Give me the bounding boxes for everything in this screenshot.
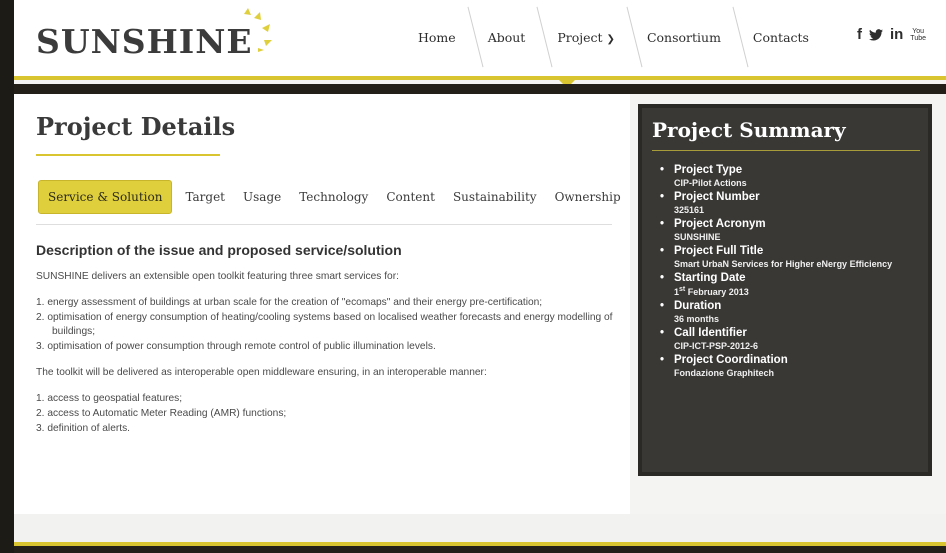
nav-home[interactable]: Home (402, 0, 484, 70)
summary-label: Project Full Title (660, 245, 892, 257)
nav-consortium-label: Consortium (646, 30, 721, 45)
summary-label: Call Identifier (660, 327, 892, 339)
summary-list: Project Type CIP-Pilot Actions Project N… (660, 164, 892, 381)
summary-label: Project Number (660, 191, 892, 203)
summary-label: Duration (660, 300, 892, 312)
tabs-divider (36, 224, 612, 225)
project-summary-panel: Project Summary Project Type CIP-Pilot A… (638, 104, 932, 476)
facebook-icon[interactable]: f (857, 26, 862, 43)
summary-item-project-type: Project Type CIP-Pilot Actions (660, 164, 892, 188)
nav-about[interactable]: About (472, 0, 553, 70)
summary-value: 36 months (674, 314, 720, 324)
nav-home-label: Home (418, 30, 456, 45)
list-item: 1. access to geospatial features; (36, 393, 183, 404)
site-header: SUNSHINE Home About Project❯ Consortium (14, 0, 946, 80)
toolkit-text: The toolkit will be delivered as interop… (36, 367, 487, 378)
tab-usage[interactable]: Usage (234, 182, 290, 212)
nav-consortium[interactable]: Consortium (631, 0, 749, 70)
summary-item-duration: Duration 36 months (660, 300, 892, 324)
chevron-down-icon: ❯ (606, 34, 615, 45)
summary-item-project-number: Project Number 325161 (660, 191, 892, 215)
tab-service-solution[interactable]: Service & Solution (38, 180, 173, 214)
list-item: 3. optimisation of power consumption thr… (36, 341, 436, 352)
summary-value: Smart UrbaN Services for Higher eNergy E… (674, 259, 893, 269)
summary-value: CIP-ICT-PSP-2012-6 (674, 341, 759, 351)
page-title: Project Details (36, 112, 236, 141)
header-dark-band (14, 84, 946, 94)
page: SUNSHINE Home About Project❯ Consortium (14, 0, 946, 553)
title-underline (36, 154, 220, 156)
list-item: 3. definition of alerts. (36, 423, 131, 434)
linkedin-icon[interactable]: in (890, 26, 903, 43)
nav-about-label: About (487, 30, 526, 45)
summary-item-call-identifier: Call Identifier CIP-ICT-PSP-2012-6 (660, 327, 892, 351)
tab-technology[interactable]: Technology (290, 182, 377, 212)
summary-label: Project Type (660, 164, 892, 176)
main-nav: Home About Project ❯ Consortium Contacts (402, 0, 825, 70)
summary-label: Project Coordination (660, 354, 892, 366)
summary-value: SUNSHINE (674, 232, 721, 242)
youtube-bottom: Tube (910, 34, 926, 42)
sidebar-title: Project Summary (652, 118, 846, 142)
summary-label: Project Acronym (660, 218, 892, 230)
nav-contacts[interactable]: Contacts (737, 0, 825, 70)
youtube-icon[interactable]: You Tube (910, 28, 926, 42)
summary-label: Starting Date (660, 272, 892, 284)
main-content: Project Details Service & Solution Targe… (14, 94, 630, 514)
tab-panel: Description of the issue and proposed se… (36, 242, 626, 448)
summary-item-full-title: Project Full Title Smart UrbaN Services … (660, 245, 892, 269)
summary-item-coordination: Project Coordination Fondazione Graphite… (660, 354, 892, 378)
tab-sustainability[interactable]: Sustainability (444, 182, 546, 212)
nav-project-label: Project (557, 30, 603, 45)
sidebar-divider (652, 150, 920, 151)
social-links: f in You Tube (857, 26, 926, 43)
twitter-icon[interactable] (868, 28, 883, 41)
list-item: 1. energy assessment of buildings at urb… (36, 297, 543, 308)
nav-contacts-label: Contacts (752, 30, 809, 45)
footer-dark-band (14, 546, 946, 553)
youtube-top: You (912, 27, 925, 35)
site-logo[interactable]: SUNSHINE (36, 22, 253, 61)
tab-ownership[interactable]: Ownership (546, 182, 630, 212)
tab-content[interactable]: Content (377, 182, 444, 212)
nav-project[interactable]: Project ❯ (541, 0, 643, 70)
summary-item-project-acronym: Project Acronym SUNSHINE (660, 218, 892, 242)
toolkit-list: 1. access to geospatial features; 2. acc… (36, 392, 626, 436)
summary-value: 325161 (674, 205, 705, 215)
services-list: 1. energy assessment of buildings at urb… (36, 296, 626, 354)
summary-value: 1st February 2013 (660, 286, 892, 297)
section-heading: Description of the issue and proposed se… (36, 242, 402, 258)
summary-item-starting-date: Starting Date 1st February 2013 (660, 272, 892, 297)
footer-area (14, 514, 946, 542)
summary-value: Fondazione Graphitech (674, 368, 775, 378)
sun-rays-icon (244, 8, 272, 52)
date-rest: February 2013 (685, 287, 749, 297)
list-item: 2. optimisation of energy consumption of… (36, 312, 613, 337)
summary-value: CIP-Pilot Actions (674, 178, 747, 188)
intro-text: SUNSHINE delivers an extensible open too… (36, 271, 399, 282)
list-item: 2. access to Automatic Meter Reading (AM… (36, 408, 287, 419)
tab-target[interactable]: Target (176, 182, 234, 212)
project-tabs: Service & Solution Target Usage Technolo… (38, 180, 630, 214)
